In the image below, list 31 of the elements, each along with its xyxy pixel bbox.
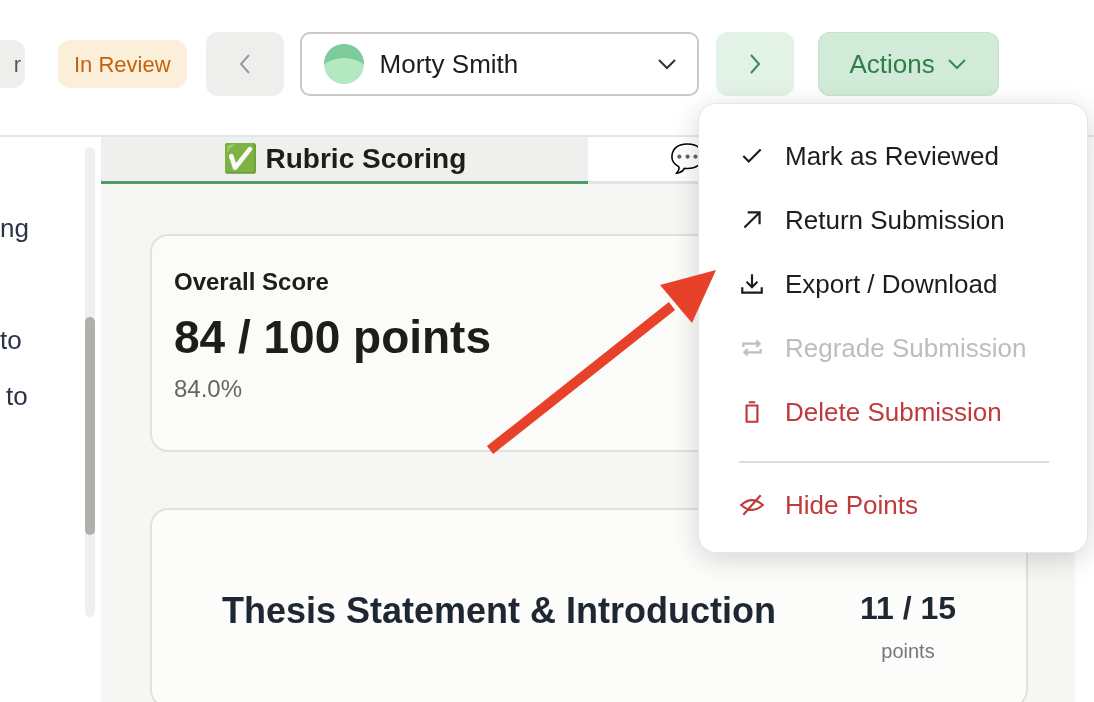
chevron-right-icon (747, 53, 762, 75)
menu-item[interactable]: Delete Submission (739, 380, 1002, 444)
status-chip: r (0, 40, 25, 88)
avatar-icon (323, 44, 364, 84)
menu-item[interactable]: Export / Download (739, 252, 998, 316)
card-title: Overall Score (174, 267, 329, 297)
previous-button[interactable] (205, 32, 284, 96)
tab[interactable]: ✅ Rubric Scoring (101, 137, 588, 184)
next-button[interactable] (715, 32, 794, 96)
criterion-title: Thesis Statement & Introduction (222, 589, 777, 633)
eye-slash-icon (739, 492, 765, 518)
points-label: points (880, 639, 936, 664)
sidebar-text: to (6, 380, 28, 413)
status-badge: In Review (58, 40, 187, 88)
sidebar-text: ng (0, 212, 29, 245)
student-select[interactable]: Morty Smith (299, 32, 699, 96)
scrollbar[interactable] (85, 147, 95, 617)
student-name: Morty Smith (379, 47, 520, 81)
chevron-down-icon (946, 58, 967, 70)
criterion-score: 11 / 15 (859, 589, 956, 628)
menu-item[interactable]: Hide Points (739, 473, 918, 537)
chevron-left-icon (237, 53, 252, 75)
chevron-down-icon (656, 58, 677, 70)
score-value: 84 / 100 points (174, 310, 491, 365)
menu-item[interactable]: Return Submission (739, 188, 1005, 252)
download-icon (739, 271, 765, 297)
scrollbar-thumb[interactable] (85, 317, 95, 535)
actions-button[interactable]: Actions (817, 32, 999, 96)
score-percent: 84.0% (174, 374, 243, 405)
menu-item[interactable]: Mark as Reviewed (739, 124, 999, 188)
sidebar-text: to (0, 324, 22, 357)
